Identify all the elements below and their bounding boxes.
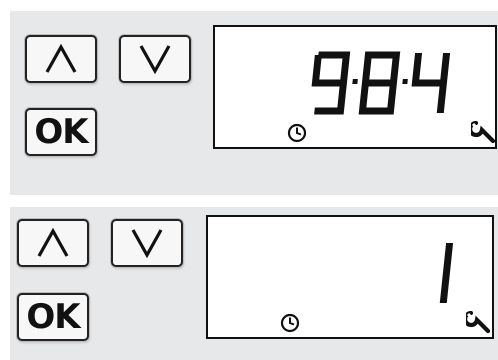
ok-button[interactable]: OK: [17, 293, 89, 341]
ok-button-label: OK: [26, 297, 80, 337]
chevron-up-icon: [45, 44, 77, 73]
wrench-icon: [466, 311, 490, 334]
lcd-display: [213, 25, 497, 149]
chevron-up-icon: [37, 228, 69, 257]
chevron-down-icon: [131, 229, 163, 258]
display-digit-9: [311, 51, 351, 115]
display-separator: [402, 79, 408, 84]
ok-button[interactable]: OK: [25, 108, 97, 156]
display-digit-1: [439, 243, 454, 303]
down-button[interactable]: [119, 35, 191, 83]
up-button[interactable]: [17, 219, 89, 267]
up-button[interactable]: [25, 35, 97, 83]
display-readout: [311, 51, 451, 115]
display-digit-8: [358, 51, 401, 115]
down-button[interactable]: [111, 219, 183, 267]
clock-icon: [287, 123, 307, 143]
display-readout: [439, 243, 454, 303]
display-separator: [352, 79, 358, 84]
wrench-icon: [471, 121, 495, 144]
display-digit-4: [411, 53, 451, 113]
lcd-display: [206, 215, 494, 339]
control-panel-1: OK: [10, 11, 498, 195]
clock-icon: [280, 313, 300, 333]
control-panel-2: OK: [10, 207, 498, 360]
chevron-down-icon: [139, 45, 171, 74]
ok-button-label: OK: [34, 112, 88, 152]
